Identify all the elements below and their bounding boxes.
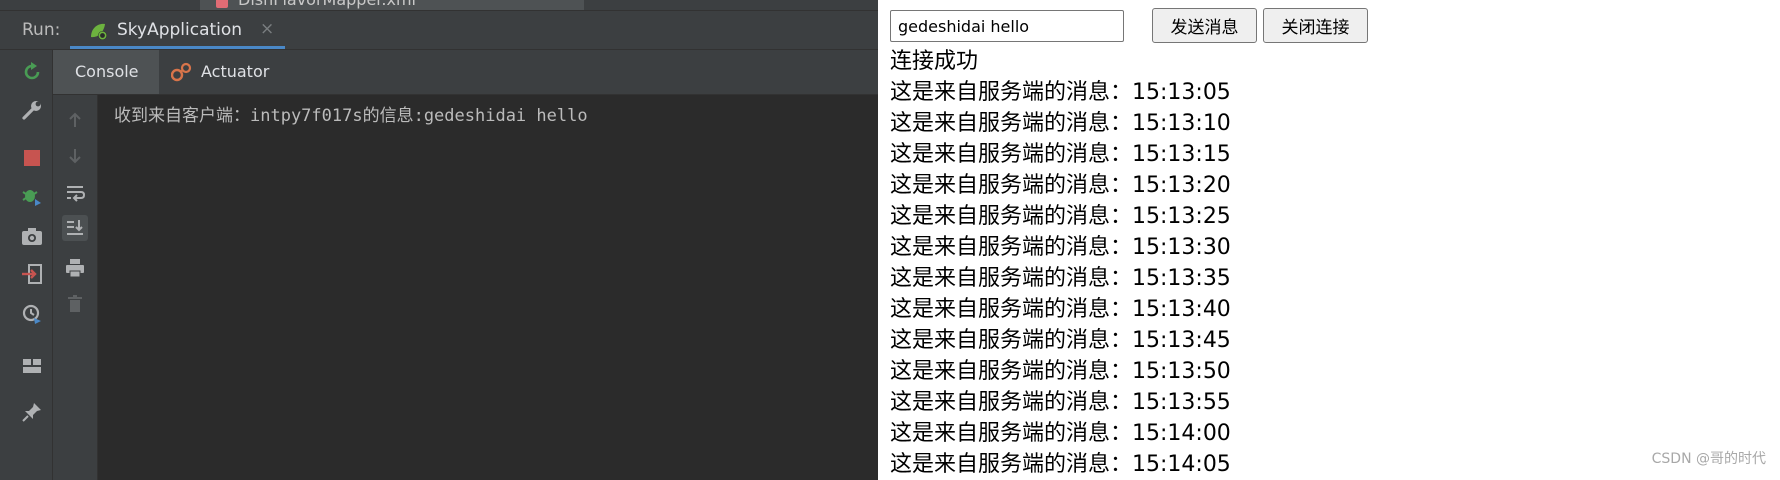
login-icon[interactable] [20, 262, 44, 286]
editor-file-name: DishFlavorMapper.xml [238, 0, 416, 9]
scroll-to-end-icon[interactable] [62, 215, 88, 241]
run-sub-tabs: Console Actuator [53, 50, 878, 95]
websocket-test-page: 发送消息 关闭连接 连接成功 这是来自服务端的消息：15:13:05 这是来自服… [878, 0, 1780, 480]
close-icon[interactable]: × [260, 19, 274, 39]
active-tab-indicator [70, 46, 285, 49]
rerun-icon[interactable] [20, 60, 44, 84]
xml-file-icon [216, 0, 228, 8]
message-line: 这是来自服务端的消息：15:13:10 [890, 111, 1231, 136]
profiler-icon[interactable] [20, 302, 44, 326]
side-tool-strip [0, 50, 8, 480]
message-line: 这是来自服务端的消息：15:14:05 [890, 452, 1231, 477]
message-line: 这是来自服务端的消息：15:13:30 [890, 235, 1231, 260]
camera-icon[interactable] [20, 224, 44, 248]
actuator-icon [170, 62, 193, 82]
run-tab-title: SkyApplication [117, 20, 243, 40]
message-input[interactable] [890, 10, 1124, 42]
run-tool-window-header: Run: SkyApplication × [0, 11, 878, 50]
scroll-down-icon[interactable] [62, 143, 88, 169]
run-tab-skyapplication[interactable]: SkyApplication × [70, 11, 285, 49]
message-line: 这是来自服务端的消息：15:13:05 [890, 80, 1231, 105]
message-line: 这是来自服务端的消息：15:13:20 [890, 173, 1231, 198]
tab-console[interactable]: Console [53, 50, 159, 94]
message-line: 这是来自服务端的消息：15:13:15 [890, 142, 1231, 167]
tab-console-label: Console [75, 62, 139, 81]
console-line: 收到来自客户端：intpy7f017s的信息:gedeshidai hello [114, 106, 588, 126]
tab-actuator[interactable]: Actuator [170, 50, 291, 94]
layout-icon[interactable] [20, 354, 44, 378]
message-line: 这是来自服务端的消息：15:14:00 [890, 421, 1231, 446]
message-line: 这是来自服务端的消息：15:13:40 [890, 297, 1231, 322]
ide-run-panel: DishFlavorMapper.xml Run: SkyApplication… [0, 0, 878, 480]
spring-boot-icon [88, 21, 108, 41]
stop-icon[interactable] [20, 146, 44, 170]
message-line: 这是来自服务端的消息：15:13:25 [890, 204, 1231, 229]
console-output[interactable]: 收到来自客户端：intpy7f017s的信息:gedeshidai hello [98, 95, 878, 480]
settings-wrench-icon[interactable] [20, 98, 44, 122]
message-line: 这是来自服务端的消息：15:13:45 [890, 328, 1231, 353]
soft-wrap-icon[interactable] [62, 179, 88, 205]
message-line: 这是来自服务端的消息：15:13:50 [890, 359, 1231, 384]
close-connection-button[interactable]: 关闭连接 [1263, 8, 1368, 43]
tab-actuator-label: Actuator [201, 62, 270, 81]
print-icon[interactable] [62, 255, 88, 281]
editor-tab-strip: DishFlavorMapper.xml [0, 0, 878, 11]
send-message-button[interactable]: 发送消息 [1152, 8, 1257, 43]
screenshot-root: DishFlavorMapper.xml Run: SkyApplication… [0, 0, 1780, 480]
pin-icon[interactable] [20, 400, 44, 424]
trash-icon[interactable] [62, 291, 88, 317]
message-line: 这是来自服务端的消息：15:13:55 [890, 390, 1231, 415]
message-line: 连接成功 [890, 49, 979, 74]
run-label: Run: [22, 20, 61, 40]
message-log: 连接成功 这是来自服务端的消息：15:13:05 这是来自服务端的消息：15:1… [890, 46, 1770, 480]
message-line: 这是来自服务端的消息：15:13:35 [890, 266, 1231, 291]
csdn-watermark: CSDN @哥的时代 [1651, 451, 1766, 467]
debug-icon[interactable] [20, 184, 44, 208]
scroll-up-icon[interactable] [62, 107, 88, 133]
console-gutter-toolbar [53, 95, 98, 480]
